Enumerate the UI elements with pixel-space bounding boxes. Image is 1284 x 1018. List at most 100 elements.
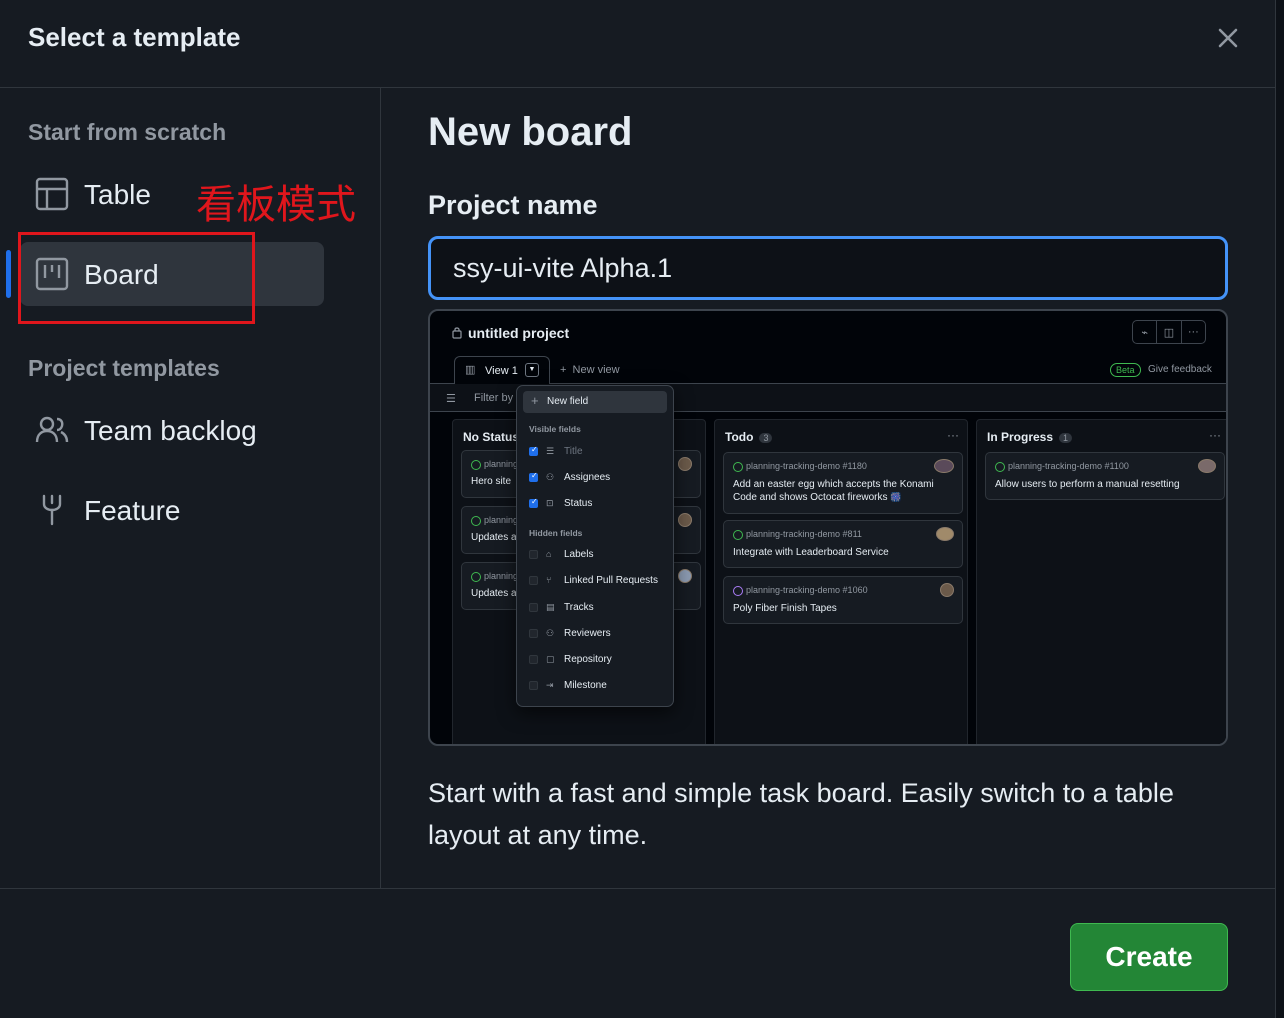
preview-toolbar: ⌁ ◫ ··· (1132, 320, 1206, 344)
field-label: Milestone (564, 680, 607, 691)
column-title: No Status (463, 430, 520, 444)
annotation-label: 看板模式 (196, 182, 356, 228)
field-label: Linked Pull Requests (564, 575, 658, 586)
field-item: ⚇ Assignees (529, 471, 669, 486)
card-emoji: 🎆 (890, 492, 902, 502)
checkbox (529, 603, 538, 612)
card-title-text: Add an easter egg which accepts the Kona… (733, 479, 934, 503)
annotation-box (18, 232, 255, 324)
card-title: Hero site (471, 476, 512, 487)
card: planning-tracking-demo #1180 Add an east… (723, 452, 963, 514)
people-icon: ⚇ (546, 472, 555, 482)
sidebar-item-label: Feature (84, 495, 181, 526)
board-icon: ▥ (465, 364, 476, 376)
card-repo: planning (484, 459, 519, 469)
background-page (1276, 0, 1284, 1018)
tracks-icon: ▤ (546, 602, 555, 612)
new-view-label: New view (572, 364, 620, 376)
field-item: ⚇ Reviewers (529, 628, 669, 642)
avatar (940, 583, 954, 597)
card: planning-tracking-demo #1100 Allow users… (985, 452, 1225, 500)
open-issue-icon (471, 516, 481, 526)
sidebar-item-label: Table (84, 179, 151, 210)
checkbox (529, 550, 538, 559)
new-field-label: New field (547, 396, 589, 407)
avatar (678, 513, 692, 527)
field-item: ⌂ Labels (529, 549, 669, 563)
field-label: Status (564, 498, 593, 509)
feedback-link: Give feedback (1148, 364, 1212, 375)
card-title: Add an easter egg which accepts the Kona… (733, 478, 954, 504)
field-menu: + New field Visible fields ☰ Title ⚇ Assign… (516, 385, 674, 707)
people-icon: ⚇ (546, 628, 555, 638)
lock-icon (452, 327, 462, 339)
field-item: ⑂ Linked Pull Requests (529, 575, 669, 589)
card-repo: planning-tracking-demo #811 (746, 529, 862, 539)
visible-fields-heading: Visible fields (529, 424, 581, 434)
hidden-fields-heading: Hidden fields (529, 528, 583, 538)
field-item: ⊡ Status (529, 497, 669, 512)
field-label: Labels (564, 549, 594, 560)
pull-request-icon: ⑂ (546, 575, 552, 585)
card-repo: planning-tracking-demo #1180 (746, 461, 867, 471)
column-todo: Todo 3 ··· planning-tracking-demo #1180 A… (714, 419, 968, 744)
people-icon (34, 412, 70, 448)
card-title: Updates a (471, 588, 517, 599)
field-label: Assignees (564, 472, 611, 483)
card-repo: planning-tracking-demo #1060 (746, 585, 868, 595)
dialog-footer: Create (0, 888, 1276, 1018)
dialog-header: Select a template (0, 0, 1276, 88)
avatar (1198, 459, 1216, 473)
tag-icon: ⌂ (546, 549, 552, 559)
template-detail: New board Project name untitled project … (382, 88, 1276, 888)
column-in-progress: In Progress 1 ··· planning-tracking-demo … (976, 419, 1226, 744)
sidebar-item-label: Team backlog (84, 415, 257, 446)
avatar (936, 527, 954, 541)
template-description: Start with a fast and simple task board.… (428, 778, 1174, 850)
status-icon: ⊡ (546, 498, 554, 508)
checkbox (529, 471, 538, 482)
preview-view-tab: ▥ View 1 ▼ (454, 356, 550, 384)
open-issue-icon (733, 462, 743, 472)
avatar (934, 459, 954, 473)
checkbox (529, 445, 538, 456)
chart-icon: ⌁ (1133, 321, 1158, 343)
more-icon: ··· (1187, 326, 1199, 338)
sidebar-item-team-backlog[interactable]: Team backlog (20, 398, 324, 462)
fork-icon (34, 492, 70, 528)
plus-icon: + (531, 393, 539, 408)
create-button[interactable]: Create (1070, 923, 1228, 991)
new-field-item: + New field (523, 391, 667, 413)
avatar (678, 457, 692, 471)
project-name-label: Project name (428, 190, 598, 220)
card-title: Allow users to perform a manual resettin… (995, 479, 1180, 490)
close-icon[interactable] (1212, 22, 1244, 54)
open-issue-icon (471, 572, 481, 582)
card-title: Poly Fiber Finish Tapes (733, 603, 837, 614)
avatar (678, 569, 692, 583)
filter-placeholder: Filter by (474, 392, 514, 404)
table-icon (34, 176, 70, 212)
preview-project-title: untitled project (468, 325, 570, 341)
beta-badge: Beta (1110, 363, 1141, 377)
card-title: Integrate with Leaderboard Service (733, 547, 889, 558)
card: planning-tracking-demo #1060 Poly Fiber … (723, 576, 963, 624)
card-repo: planning (484, 515, 519, 525)
field-item: ▤ Tracks (529, 602, 669, 616)
card-title: Updates a (471, 532, 517, 543)
project-name-input[interactable] (428, 236, 1228, 300)
checkbox (529, 629, 538, 638)
milestone-icon: ⇥ (546, 680, 554, 690)
dialog-title: Select a template (28, 22, 241, 52)
field-label: Repository (564, 654, 612, 665)
column-name: Todo (725, 430, 754, 444)
card-repo: planning (484, 571, 519, 581)
project-templates-heading: Project templates (28, 355, 220, 381)
checkbox (529, 576, 538, 585)
field-item: ▢ Repository (529, 654, 669, 668)
template-heading: New board (428, 110, 633, 154)
sidebar-item-feature[interactable]: Feature (20, 478, 324, 542)
active-indicator (6, 250, 11, 298)
view-tab-label: View 1 (485, 365, 518, 377)
open-issue-icon (995, 462, 1005, 472)
